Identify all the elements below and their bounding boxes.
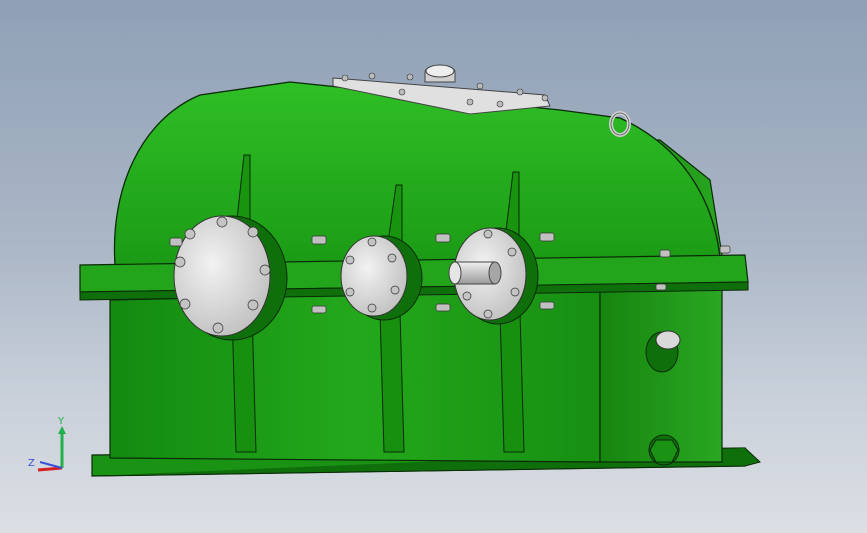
z-axis-line <box>39 461 63 469</box>
output-shaft <box>448 261 502 285</box>
y-axis-label: Y <box>57 416 65 427</box>
coordinate-triad: Y Z <box>28 416 66 472</box>
x-axis-line <box>37 466 63 472</box>
gearbox-3d-model[interactable] <box>0 0 867 533</box>
drain-plug <box>648 434 680 466</box>
lower-housing <box>109 289 601 463</box>
bearing-cover-medium <box>340 235 423 321</box>
z-axis-label: Z <box>28 458 35 469</box>
y-axis-arrow <box>58 426 66 434</box>
graphics-viewport[interactable]: Y Z <box>0 0 867 533</box>
